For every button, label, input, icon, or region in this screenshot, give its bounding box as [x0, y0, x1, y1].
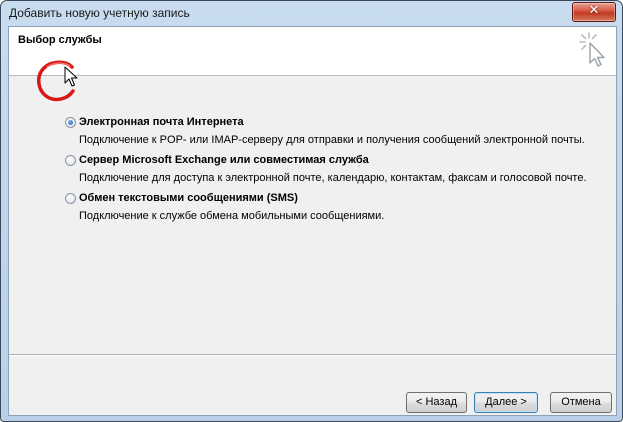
wizard-cursor-icon — [579, 32, 605, 67]
close-button[interactable]: ✕ — [572, 2, 616, 22]
title-bar[interactable]: Добавить новую учетную запись ✕ — [1, 1, 622, 26]
option-description: Подключение для доступа к электронной по… — [79, 172, 587, 184]
wizard-header: Выбор службы — [9, 27, 616, 76]
radio-sms[interactable] — [65, 193, 76, 204]
dialog-client-area: Выбор службы Электронная почта Интернета… — [8, 26, 617, 416]
option-description: Подключение к службе обмена мобильными с… — [79, 210, 385, 222]
footer-separator — [9, 354, 616, 356]
radio-exchange-server[interactable] — [65, 155, 76, 166]
next-button[interactable]: Далее > — [474, 392, 538, 413]
cancel-button[interactable]: Отмена — [550, 392, 612, 413]
window-title: Добавить новую учетную запись — [9, 6, 190, 20]
service-options: Электронная почта Интернета Подключение … — [9, 76, 616, 366]
mouse-cursor-icon — [64, 66, 78, 87]
option-label[interactable]: Сервер Microsoft Exchange или совместима… — [79, 154, 369, 166]
page-title: Выбор службы — [18, 34, 102, 46]
option-label[interactable]: Электронная почта Интернета — [79, 116, 244, 128]
back-button[interactable]: < Назад — [406, 392, 467, 413]
option-description: Подключение к POP- или IMAP-серверу для … — [79, 134, 585, 146]
radio-internet-email[interactable] — [65, 117, 76, 128]
close-icon: ✕ — [588, 3, 600, 18]
dialog-window: Добавить новую учетную запись ✕ Выбор сл… — [0, 0, 623, 422]
option-label[interactable]: Обмен текстовыми сообщениями (SMS) — [79, 192, 298, 204]
